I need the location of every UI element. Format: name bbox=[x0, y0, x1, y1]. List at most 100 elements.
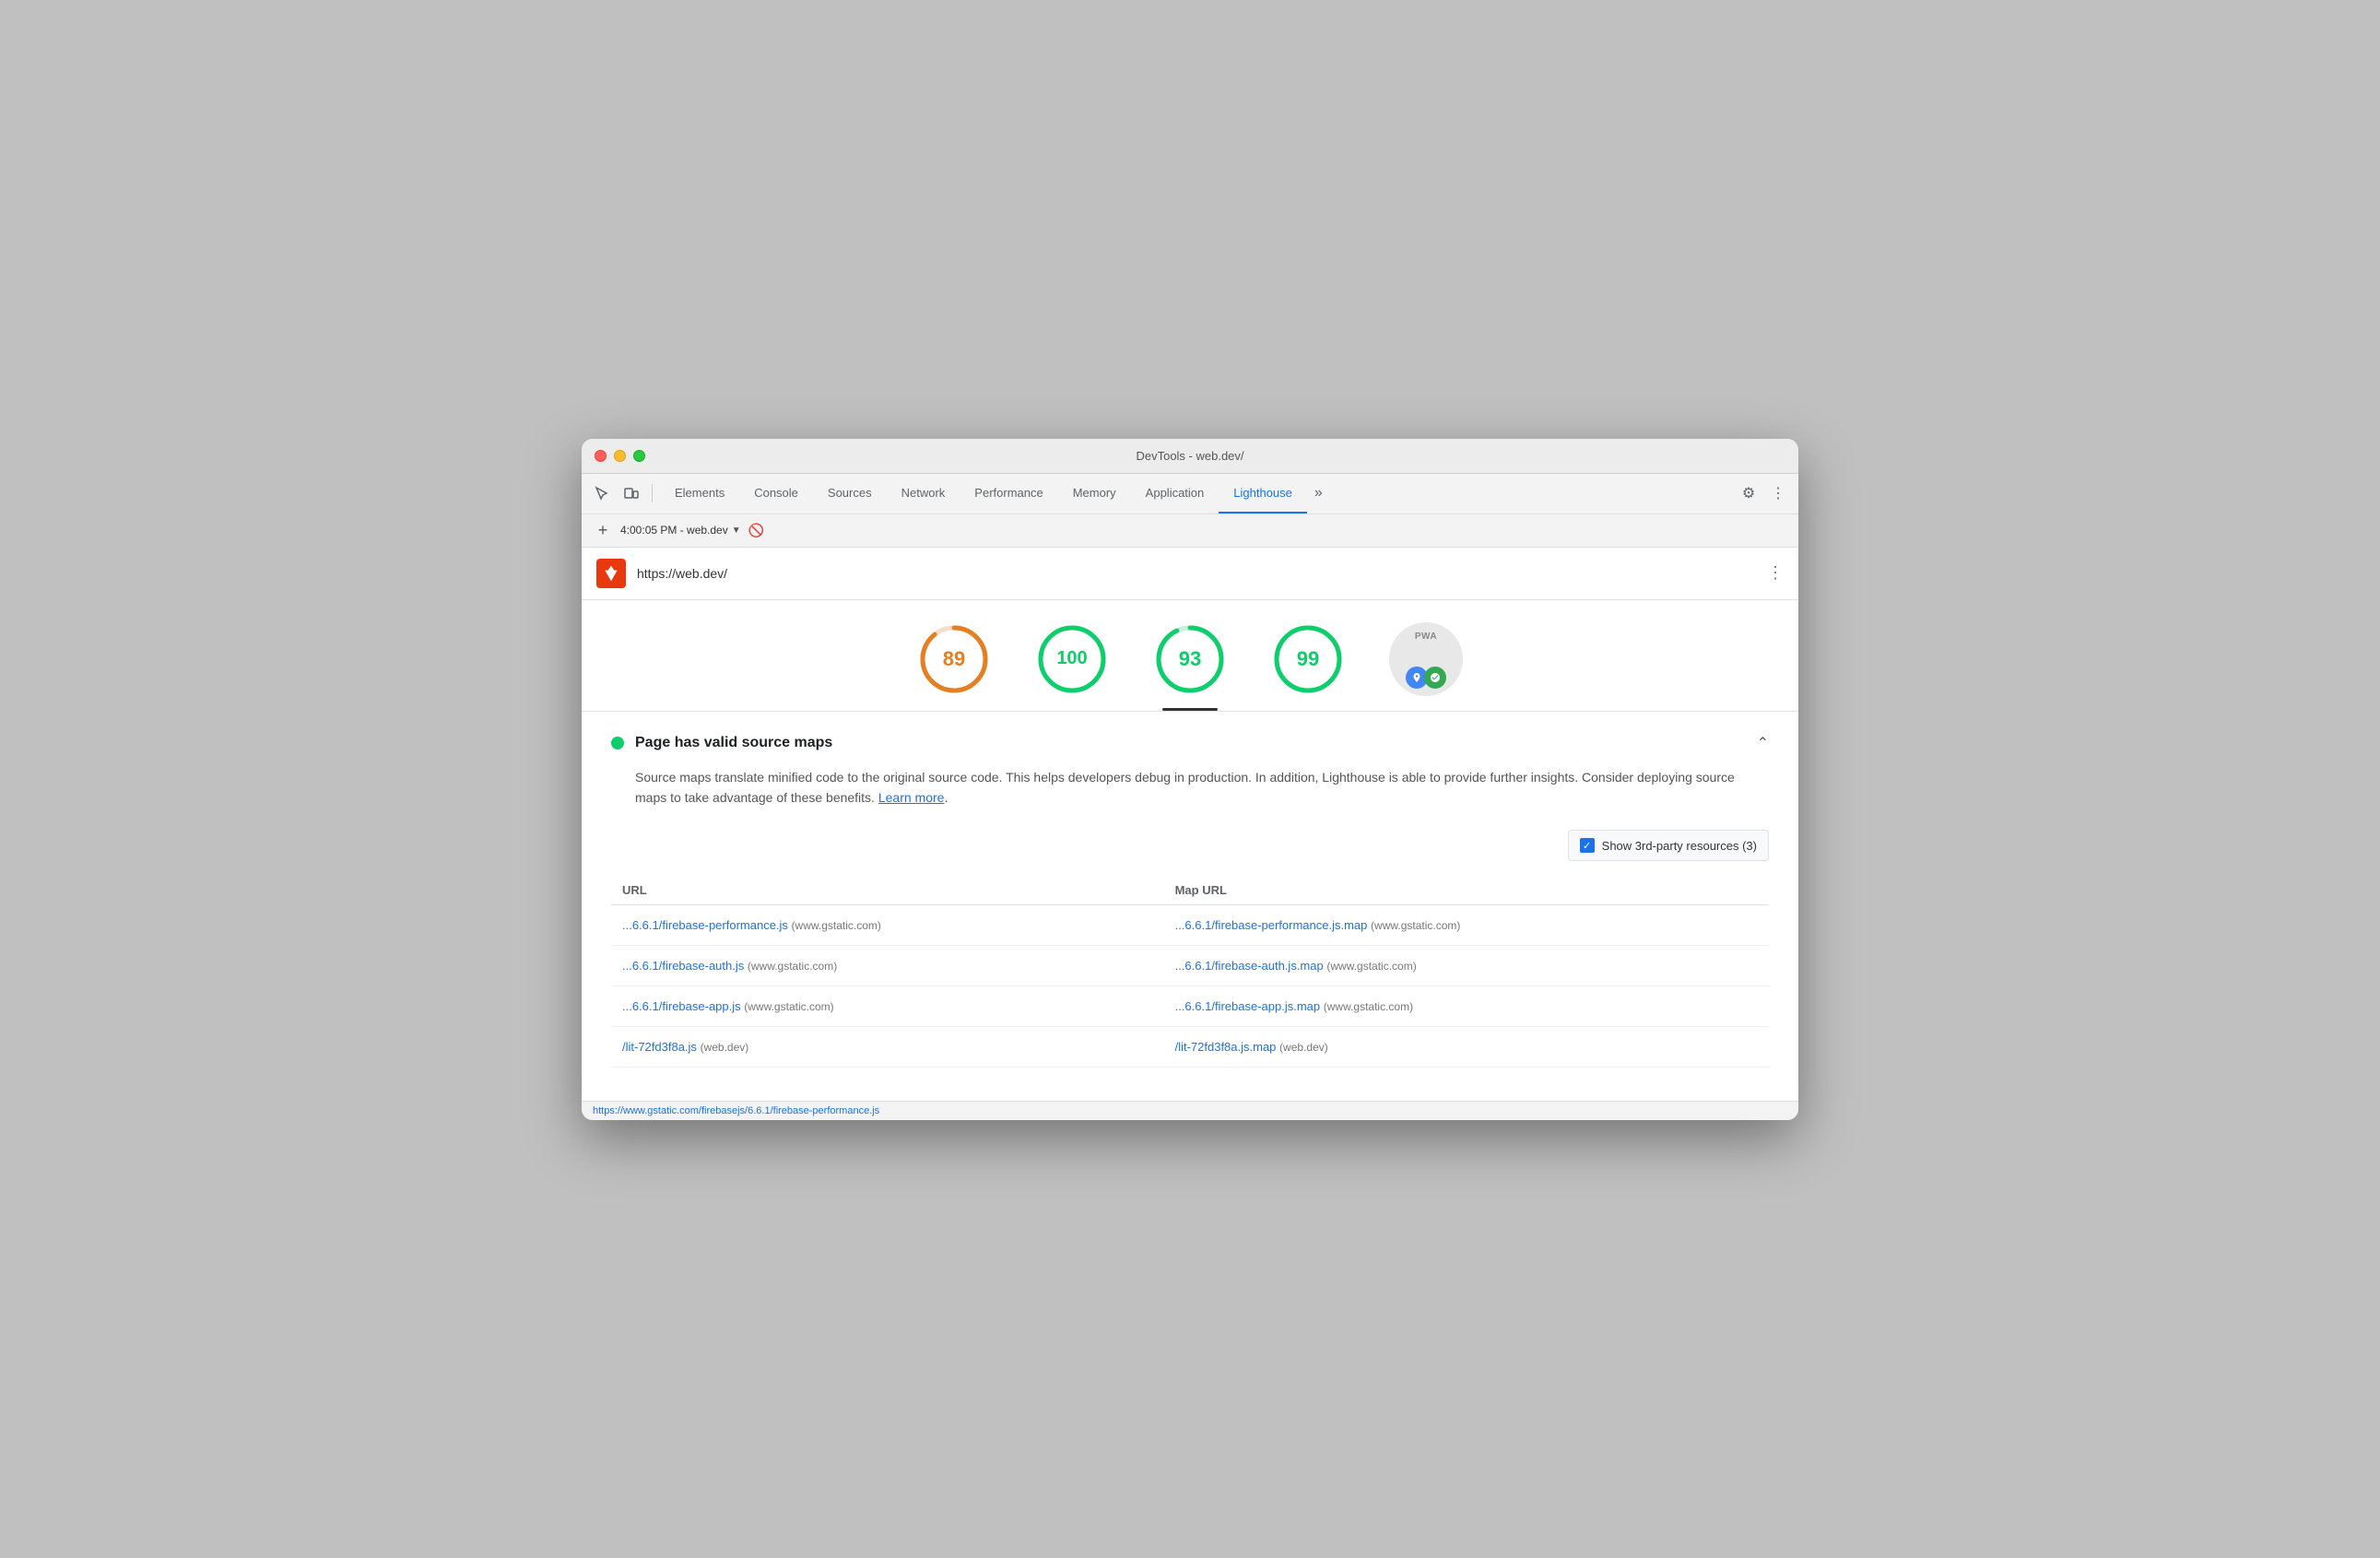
collapse-button[interactable]: ⌃ bbox=[1757, 734, 1769, 752]
map-domain-3: (web.dev) bbox=[1279, 1041, 1328, 1054]
table-body: ...6.6.1/firebase-performance.js (www.gs… bbox=[611, 905, 1769, 1068]
traffic-lights bbox=[595, 450, 645, 462]
device-toggle-button[interactable] bbox=[619, 480, 644, 506]
more-options-icon: ⋮ bbox=[1771, 484, 1785, 502]
url-bar: https://web.dev/ ⋮ bbox=[582, 548, 1798, 600]
cell-map-url-1: ...6.6.1/firebase-auth.js.map (www.gstat… bbox=[1164, 946, 1769, 986]
cell-url-2: ...6.6.1/firebase-app.js (www.gstatic.co… bbox=[611, 986, 1164, 1027]
score-performance[interactable]: 89 bbox=[917, 622, 991, 711]
title-bar: DevTools - web.dev/ bbox=[582, 439, 1798, 474]
checkbox-label: Show 3rd-party resources (3) bbox=[1602, 839, 1757, 853]
settings-icon: ⚙ bbox=[1742, 484, 1755, 502]
url-bar-more-icon[interactable]: ⋮ bbox=[1767, 563, 1784, 583]
url-domain-1: (www.gstatic.com) bbox=[748, 960, 837, 973]
audit-header: Page has valid source maps ⌃ bbox=[611, 734, 1769, 752]
audit-title: Page has valid source maps bbox=[635, 735, 832, 751]
map-domain-1: (www.gstatic.com) bbox=[1326, 960, 1416, 973]
scores-section: 89 100 bbox=[582, 600, 1798, 712]
window-title: DevTools - web.dev/ bbox=[1136, 449, 1243, 463]
map-url-text-1[interactable]: ...6.6.1/firebase-auth.js.map bbox=[1175, 959, 1324, 973]
show-3rdparty-checkbox[interactable]: ✓ Show 3rd-party resources (3) bbox=[1568, 830, 1769, 861]
minimize-button[interactable] bbox=[614, 450, 626, 462]
tab-network[interactable]: Network bbox=[887, 473, 960, 513]
learn-more-link[interactable]: Learn more bbox=[878, 790, 945, 805]
table-row[interactable]: ...6.6.1/firebase-performance.js (www.gs… bbox=[611, 905, 1769, 946]
score-pwa[interactable]: PWA bbox=[1389, 622, 1463, 711]
devtools-window: DevTools - web.dev/ Elements Console Sou… bbox=[582, 439, 1798, 1120]
table-header: URL Map URL bbox=[611, 876, 1769, 905]
status-dot-pass bbox=[611, 737, 624, 749]
map-domain-0: (www.gstatic.com) bbox=[1371, 919, 1460, 932]
no-entry-icon[interactable]: 🚫 bbox=[748, 523, 764, 538]
score-circle-performance: 89 bbox=[917, 622, 991, 696]
tab-sources[interactable]: Sources bbox=[813, 473, 887, 513]
audit-title-row: Page has valid source maps bbox=[611, 735, 832, 751]
resource-table: URL Map URL ...6.6.1/firebase-performanc… bbox=[611, 876, 1769, 1068]
lighthouse-logo bbox=[596, 559, 626, 588]
current-tab-label: 4:00:05 PM - web.dev ▼ bbox=[620, 524, 741, 537]
maximize-button[interactable] bbox=[633, 450, 645, 462]
cell-url-0: ...6.6.1/firebase-performance.js (www.gs… bbox=[611, 905, 1164, 946]
audit-description: Source maps translate minified code to t… bbox=[635, 767, 1769, 809]
col-map-url: Map URL bbox=[1164, 876, 1769, 905]
devtools-toolbar: Elements Console Sources Network Perform… bbox=[582, 474, 1798, 514]
add-icon: + bbox=[598, 521, 608, 540]
score-seo[interactable]: 99 bbox=[1271, 622, 1345, 711]
score-circle-seo: 99 bbox=[1271, 622, 1345, 696]
score-value-seo: 99 bbox=[1297, 647, 1319, 671]
map-url-text-0[interactable]: ...6.6.1/firebase-performance.js.map bbox=[1175, 918, 1368, 932]
toolbar-divider bbox=[652, 484, 653, 502]
pwa-icons bbox=[1406, 667, 1446, 689]
tab-lighthouse[interactable]: Lighthouse bbox=[1219, 473, 1307, 513]
lighthouse-panel: https://web.dev/ ⋮ 89 bbox=[582, 548, 1798, 1101]
map-domain-2: (www.gstatic.com) bbox=[1324, 1000, 1413, 1013]
close-button[interactable] bbox=[595, 450, 607, 462]
score-value-accessibility: 100 bbox=[1056, 648, 1087, 669]
add-tab-button[interactable]: + bbox=[593, 520, 613, 540]
tab-performance[interactable]: Performance bbox=[960, 473, 1057, 513]
pwa-badge: PWA bbox=[1389, 622, 1463, 696]
tab-elements[interactable]: Elements bbox=[660, 473, 739, 513]
nav-tabs: Elements Console Sources Network Perform… bbox=[660, 474, 1732, 513]
score-value-best-practices: 93 bbox=[1179, 647, 1201, 671]
tab-console[interactable]: Console bbox=[739, 473, 813, 513]
table-row[interactable]: /lit-72fd3f8a.js (web.dev) /lit-72fd3f8a… bbox=[611, 1027, 1769, 1068]
score-circle-best-practices: 93 bbox=[1153, 622, 1227, 696]
map-url-text-3[interactable]: /lit-72fd3f8a.js.map bbox=[1175, 1040, 1277, 1054]
table-row[interactable]: ...6.6.1/firebase-auth.js (www.gstatic.c… bbox=[611, 946, 1769, 986]
url-text-2[interactable]: ...6.6.1/firebase-app.js bbox=[622, 999, 741, 1013]
score-accessibility[interactable]: 100 bbox=[1035, 622, 1109, 711]
secondary-toolbar: + 4:00:05 PM - web.dev ▼ 🚫 bbox=[582, 514, 1798, 548]
cell-url-1: ...6.6.1/firebase-auth.js (www.gstatic.c… bbox=[611, 946, 1164, 986]
pwa-icon-2 bbox=[1424, 667, 1446, 689]
dropdown-arrow-icon[interactable]: ▼ bbox=[732, 525, 741, 536]
cell-map-url-2: ...6.6.1/firebase-app.js.map (www.gstati… bbox=[1164, 986, 1769, 1027]
score-value-performance: 89 bbox=[943, 647, 965, 671]
tab-application[interactable]: Application bbox=[1131, 473, 1219, 513]
tab-memory[interactable]: Memory bbox=[1058, 473, 1131, 513]
cell-map-url-3: /lit-72fd3f8a.js.map (web.dev) bbox=[1164, 1027, 1769, 1068]
checkbox-icon[interactable]: ✓ bbox=[1580, 838, 1595, 853]
url-domain-3: (web.dev) bbox=[701, 1041, 749, 1054]
url-text-0[interactable]: ...6.6.1/firebase-performance.js bbox=[622, 918, 788, 932]
url-domain-0: (www.gstatic.com) bbox=[792, 919, 881, 932]
more-options-button[interactable]: ⋮ bbox=[1765, 480, 1791, 506]
settings-button[interactable]: ⚙ bbox=[1736, 480, 1761, 506]
status-bar-url[interactable]: https://www.gstatic.com/firebasejs/6.6.1… bbox=[593, 1105, 879, 1116]
url-domain-2: (www.gstatic.com) bbox=[744, 1000, 833, 1013]
pwa-label: PWA bbox=[1415, 631, 1437, 642]
score-best-practices[interactable]: 93 bbox=[1153, 622, 1227, 711]
table-row[interactable]: ...6.6.1/firebase-app.js (www.gstatic.co… bbox=[611, 986, 1769, 1027]
inspected-url: https://web.dev/ bbox=[637, 566, 1756, 581]
url-text-1[interactable]: ...6.6.1/firebase-auth.js bbox=[622, 959, 744, 973]
url-text-3[interactable]: /lit-72fd3f8a.js bbox=[622, 1040, 697, 1054]
col-url: URL bbox=[611, 876, 1164, 905]
status-bar: https://www.gstatic.com/firebasejs/6.6.1… bbox=[582, 1101, 1798, 1120]
checkbox-row: ✓ Show 3rd-party resources (3) bbox=[611, 830, 1769, 861]
map-url-text-2[interactable]: ...6.6.1/firebase-app.js.map bbox=[1175, 999, 1321, 1013]
inspect-element-button[interactable] bbox=[589, 480, 615, 506]
score-circle-accessibility: 100 bbox=[1035, 622, 1109, 696]
more-tabs-button[interactable]: » bbox=[1307, 473, 1330, 513]
cell-url-3: /lit-72fd3f8a.js (web.dev) bbox=[611, 1027, 1164, 1068]
main-content: Page has valid source maps ⌃ Source maps… bbox=[582, 712, 1798, 1091]
